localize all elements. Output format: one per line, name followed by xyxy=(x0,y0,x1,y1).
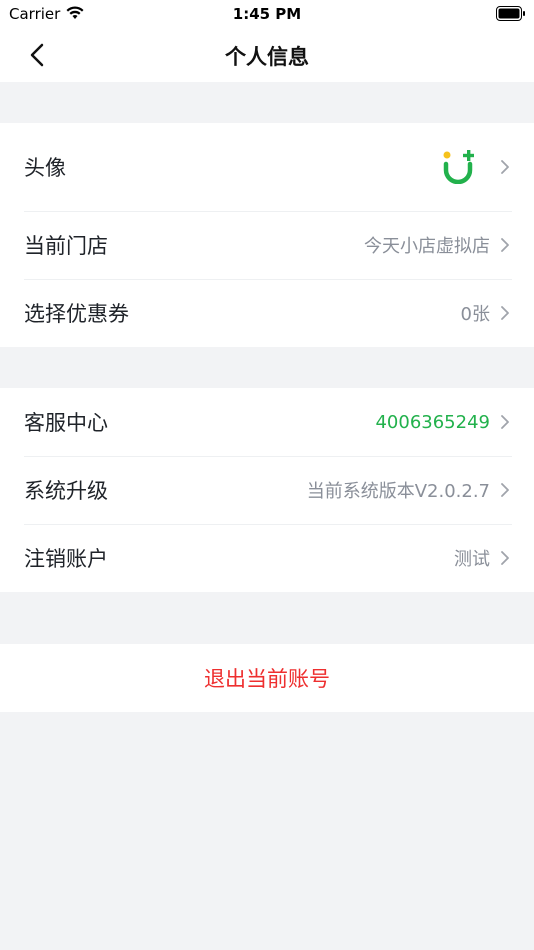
avatar-label: 头像 xyxy=(24,156,66,180)
customer-service-phone: 4006365249 xyxy=(375,411,490,433)
coupon-row[interactable]: 选择优惠券 0张 xyxy=(0,279,534,347)
current-store-label: 当前门店 xyxy=(24,234,108,258)
service-group: 客服中心 4006365249 系统升级 当前系统版本V2.0.2.7 注销账户… xyxy=(0,388,534,592)
chevron-right-icon xyxy=(500,550,512,566)
coupon-label: 选择优惠券 xyxy=(24,302,129,326)
logout-label: 退出当前账号 xyxy=(204,667,330,691)
cancel-account-value: 测试 xyxy=(454,549,490,570)
chevron-right-icon xyxy=(500,305,512,321)
customer-service-label: 客服中心 xyxy=(24,411,108,435)
system-upgrade-label: 系统升级 xyxy=(24,479,108,503)
chevron-right-icon xyxy=(500,159,512,175)
system-version-value: 当前系统版本V2.0.2.7 xyxy=(306,481,490,502)
status-bar: Carrier 1:45 PM xyxy=(0,0,534,28)
chevron-right-icon xyxy=(500,482,512,498)
cancel-account-label: 注销账户 xyxy=(24,547,108,571)
coupon-value: 0张 xyxy=(460,304,490,325)
logout-button[interactable]: 退出当前账号 xyxy=(0,644,534,712)
system-upgrade-row[interactable]: 系统升级 当前系统版本V2.0.2.7 xyxy=(0,456,534,524)
cancel-account-row[interactable]: 注销账户 测试 xyxy=(0,524,534,592)
status-time: 1:45 PM xyxy=(232,5,302,23)
customer-service-row[interactable]: 客服中心 4006365249 xyxy=(0,388,534,456)
navigation-bar: 个人信息 xyxy=(0,28,534,82)
battery-icon xyxy=(496,6,526,25)
page-title: 个人信息 xyxy=(225,45,309,69)
avatar-logo-icon xyxy=(442,150,476,185)
current-store-row[interactable]: 当前门店 今天小店虚拟店 xyxy=(0,211,534,279)
profile-group: 头像 当前门店 今天小店虚拟店 选择优惠券 0张 xyxy=(0,123,534,347)
chevron-right-icon xyxy=(500,414,512,430)
current-store-value: 今天小店虚拟店 xyxy=(364,236,490,257)
chevron-right-icon xyxy=(500,237,512,253)
avatar-row[interactable]: 头像 xyxy=(0,123,534,211)
